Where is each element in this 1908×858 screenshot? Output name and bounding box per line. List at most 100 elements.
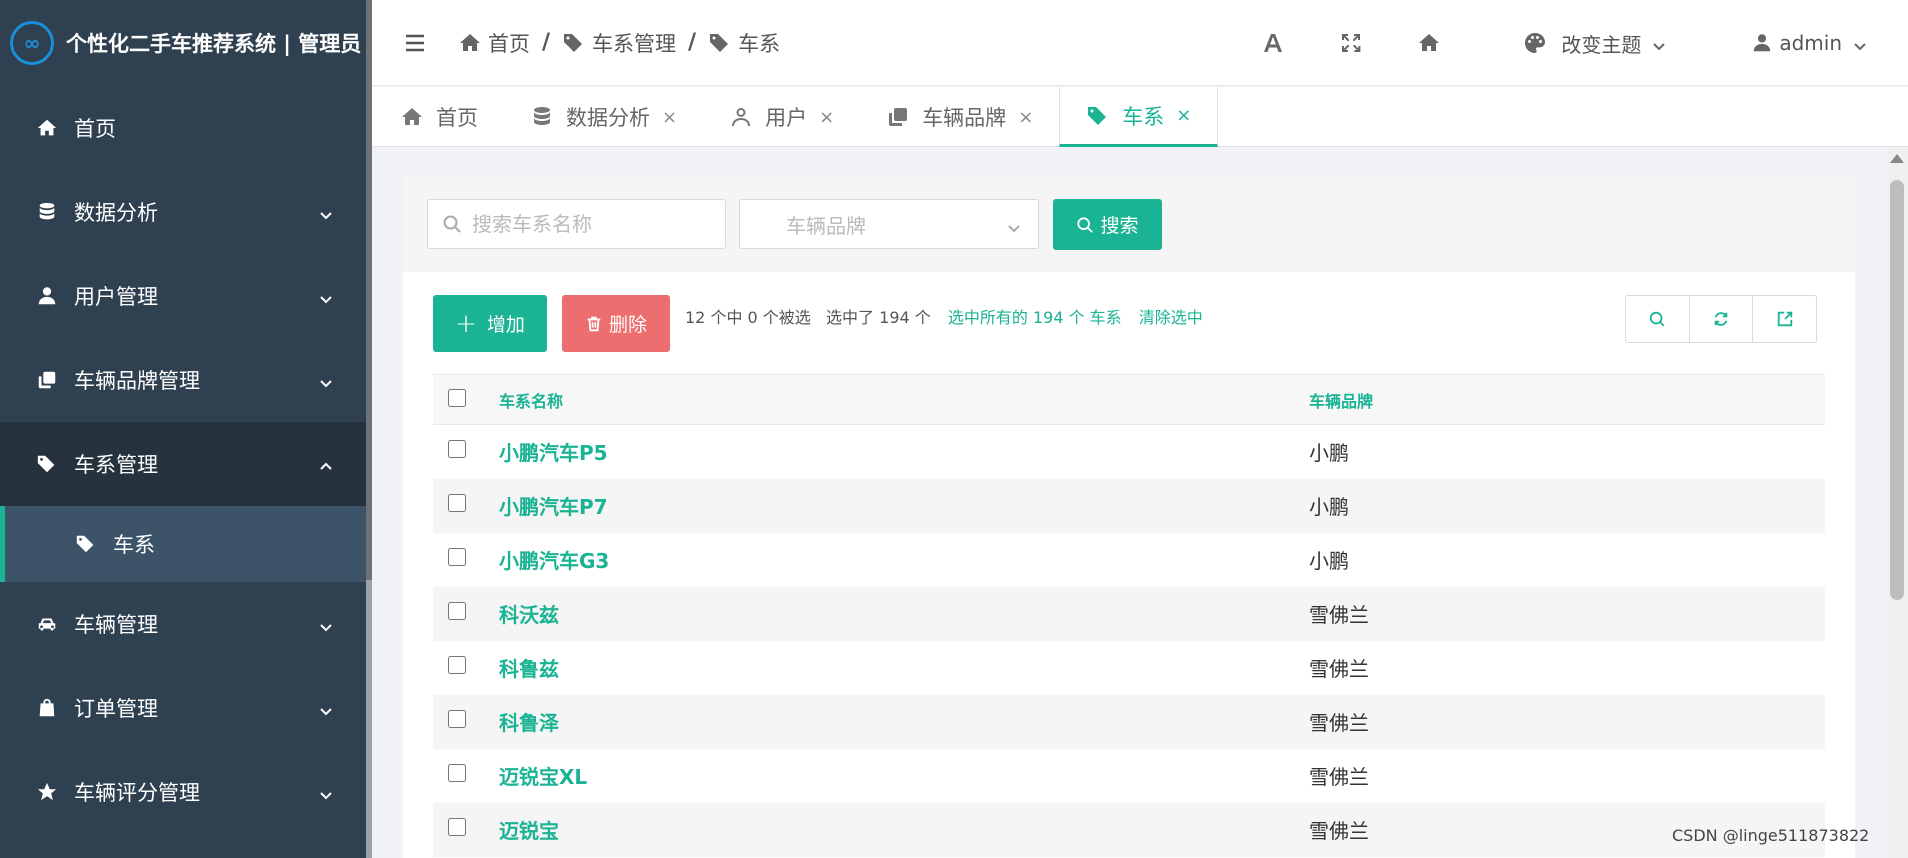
row-checkbox[interactable] <box>448 764 466 782</box>
series-name-link[interactable]: 小鹏汽车G3 <box>499 533 1309 587</box>
tab-user[interactable]: 用户 × <box>703 87 860 147</box>
home-icon <box>402 108 422 125</box>
sidebar-item-order-management[interactable]: 订单管理 <box>0 666 372 750</box>
table-search-button[interactable] <box>1626 296 1690 342</box>
plus-icon: + <box>455 308 477 339</box>
row-checkbox[interactable] <box>448 440 466 459</box>
fullscreen-icon[interactable] <box>1339 31 1363 55</box>
search-input[interactable] <box>427 199 726 249</box>
export-button[interactable] <box>1753 296 1816 342</box>
row-checkbox[interactable] <box>448 710 466 728</box>
add-button[interactable]: + 增加 <box>433 295 547 352</box>
brand-select[interactable]: 车辆品牌 <box>739 199 1039 249</box>
search-bar: 车辆品牌 搜索 <box>403 176 1855 272</box>
close-icon[interactable]: × <box>1018 107 1033 128</box>
brand-cell: 小鹏 <box>1309 441 1349 466</box>
table-row: 小鹏汽车P5 小鹏 <box>433 425 1825 479</box>
user-icon <box>732 108 751 126</box>
sidebar-item-brand-management[interactable]: 车辆品牌管理 <box>0 338 372 422</box>
delete-button-label: 删除 <box>608 314 647 336</box>
sidebar-item-rating-management[interactable]: 车辆评分管理 <box>0 750 372 834</box>
series-name-link[interactable]: 迈锐宝 <box>499 803 1309 857</box>
delete-button[interactable]: 删除 <box>562 295 670 352</box>
sidebar-subitem-series[interactable]: 车系 <box>0 506 372 582</box>
search-button[interactable]: 搜索 <box>1053 199 1162 250</box>
refresh-icon <box>1714 312 1728 326</box>
breadcrumb-separator: / <box>542 30 551 55</box>
page-scrollbar-thumb[interactable] <box>1890 180 1904 600</box>
row-checkbox[interactable] <box>448 548 466 566</box>
home-icon[interactable] <box>1417 31 1441 55</box>
row-select-cell <box>433 479 499 533</box>
clear-selection-link[interactable]: 清除选中 <box>1139 308 1203 327</box>
sidebar-item-home[interactable]: 首页 <box>0 86 372 170</box>
breadcrumb-home[interactable]: 首页 <box>458 28 530 58</box>
header-actions: 改变主题 admin <box>1261 0 1908 86</box>
tags-icon <box>1088 106 1107 125</box>
row-checkbox[interactable] <box>448 656 466 674</box>
close-icon[interactable]: × <box>819 107 834 128</box>
watermark: CSDN @linge511873822 <box>1672 826 1870 845</box>
series-name-link[interactable]: 科鲁泽 <box>499 695 1309 749</box>
search-text-field[interactable] <box>472 212 712 236</box>
scroll-up-arrow-icon[interactable] <box>1890 154 1904 163</box>
select-all-link[interactable]: 选中所有的 194 个 车系 <box>948 308 1122 327</box>
tab-label: 车辆品牌 <box>922 106 1007 130</box>
copy-icon <box>889 108 908 126</box>
series-name-link[interactable]: 小鹏汽车P7 <box>499 479 1309 533</box>
chevron-up-icon <box>318 456 334 472</box>
close-icon[interactable]: × <box>1176 105 1191 126</box>
row-select-cell <box>433 641 499 695</box>
breadcrumb-series-management[interactable]: 车系管理 <box>562 28 676 58</box>
theme-dropdown[interactable]: 改变主题 <box>1523 29 1667 58</box>
sidebar-item-user-management[interactable]: 用户管理 <box>0 254 372 338</box>
chevron-down-icon <box>1006 217 1022 233</box>
car-icon <box>34 611 60 637</box>
logo[interactable]: ∞ 个性化二手车推荐系统 | 管理员 <box>0 0 372 86</box>
series-name-link[interactable]: 迈锐宝XL <box>499 749 1309 803</box>
table-row: 迈锐宝XL 雪佛兰 <box>433 749 1825 803</box>
breadcrumb-series: 车系 <box>708 28 780 58</box>
tab-home[interactable]: 首页 <box>372 87 504 147</box>
breadcrumb-label: 车系管理 <box>592 31 677 56</box>
trash-icon <box>587 316 601 331</box>
palette-icon <box>1525 33 1546 53</box>
font-size-icon[interactable] <box>1261 31 1285 55</box>
row-checkbox[interactable] <box>448 818 466 836</box>
sidebar-item-label: 车系 <box>113 533 155 557</box>
menu-toggle-icon[interactable] <box>404 33 426 53</box>
user-dropdown[interactable]: admin <box>1751 31 1868 55</box>
row-checkbox[interactable] <box>448 494 466 512</box>
home-icon <box>34 115 60 141</box>
chevron-down-icon <box>1852 35 1868 51</box>
chevron-down-icon <box>1651 35 1667 51</box>
breadcrumb-separator: / <box>688 30 697 55</box>
tab-label: 用户 <box>765 106 808 130</box>
select-all-checkbox[interactable] <box>448 388 466 407</box>
table-row: 科鲁兹 雪佛兰 <box>433 641 1825 695</box>
table-row: 科沃兹 雪佛兰 <box>433 586 1825 641</box>
brand-cell: 雪佛兰 <box>1309 603 1369 627</box>
refresh-button[interactable] <box>1690 296 1754 342</box>
tab-data-analysis[interactable]: 数据分析 × <box>504 87 703 147</box>
series-name-link[interactable]: 科沃兹 <box>499 587 1309 641</box>
close-icon[interactable]: × <box>662 107 677 128</box>
tab-vehicle-brand[interactable]: 车辆品牌 × <box>860 87 1059 147</box>
sidebar-item-label: 车系管理 <box>74 453 158 477</box>
sidebar-item-vehicle-management[interactable]: 车辆管理 <box>0 582 372 666</box>
sidebar-item-data-analysis[interactable]: 数据分析 <box>0 170 372 254</box>
home-icon <box>460 33 480 51</box>
sidebar-item-series-management[interactable]: 车系管理 <box>0 422 372 506</box>
sidebar-item-label: 数据分析 <box>74 201 158 225</box>
column-header-brand[interactable]: 车辆品牌 <box>1309 375 1825 425</box>
series-name-link[interactable]: 科鲁兹 <box>499 641 1309 695</box>
tab-series[interactable]: 车系 × <box>1059 87 1219 147</box>
chevron-down-icon <box>318 784 334 800</box>
column-header-series-name[interactable]: 车系名称 <box>499 375 1309 425</box>
sidebar-item-label: 车辆管理 <box>74 613 158 637</box>
logo-mark: ∞ <box>23 31 41 55</box>
search-icon <box>443 215 461 233</box>
row-checkbox[interactable] <box>448 602 466 620</box>
series-name-link[interactable]: 小鹏汽车P5 <box>499 425 1309 479</box>
search-button-label: 搜索 <box>1100 215 1139 237</box>
